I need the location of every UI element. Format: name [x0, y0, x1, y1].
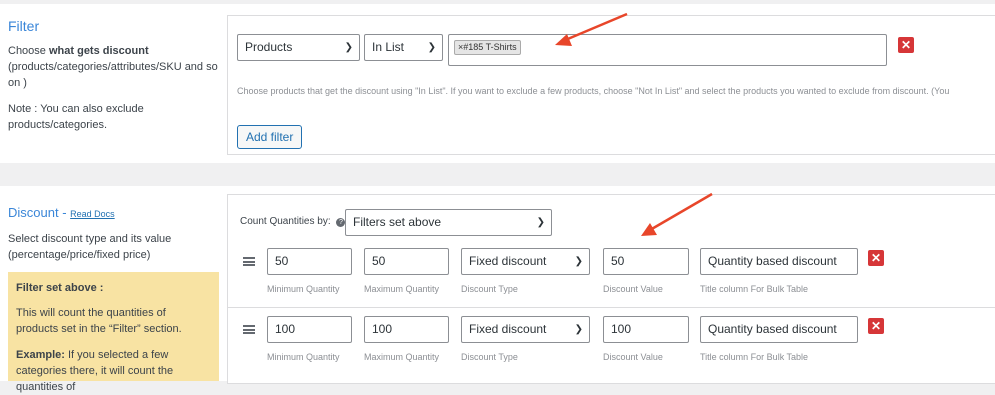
bulk-title-input[interactable]: Quantity based discount — [700, 248, 858, 275]
filter-desc-prefix: Choose — [8, 45, 49, 57]
discount-type-label: Discount Type — [461, 284, 518, 294]
note-text: This will count the quantities of produc… — [16, 307, 182, 335]
discount-type-value: Fixed discount — [469, 254, 547, 268]
count-quantities-select[interactable]: Filters set above ❯ — [345, 209, 552, 236]
read-docs-link[interactable]: Read Docs — [70, 209, 115, 219]
discount-type-select[interactable]: Fixed discount ❯ — [461, 316, 590, 343]
discount-value-label: Discount Value — [603, 352, 663, 362]
remove-range-button[interactable]: ✕ — [868, 250, 884, 266]
remove-range-button[interactable]: ✕ — [868, 318, 884, 334]
discount-panel: Count Quantities by: ? Filters set above… — [227, 194, 995, 384]
chevron-down-icon: ❯ — [574, 256, 583, 267]
filter-type-select[interactable]: Products ❯ — [237, 34, 360, 61]
note-example: Example: If you selected a few categorie… — [16, 347, 211, 395]
filter-note: Note : You can also exclude products/cat… — [8, 103, 144, 131]
max-quantity-input[interactable]: 50 — [364, 248, 449, 275]
remove-filter-button[interactable]: ✕ — [898, 37, 914, 53]
discount-description: Select discount type and its value (perc… — [8, 233, 172, 261]
discount-info: Discount - Read Docs Select discount typ… — [8, 204, 220, 263]
filter-type-value: Products — [245, 40, 293, 54]
filter-title: Filter — [8, 18, 40, 34]
bulk-title-label: Title column For Bulk Table — [700, 284, 809, 294]
filter-info: Filter Choose what gets discount (produc… — [8, 18, 220, 133]
annotation-arrow-icon — [641, 192, 713, 236]
discount-title: Discount — [8, 205, 59, 220]
note-title: Filter set above : — [16, 282, 104, 294]
discount-type-select[interactable]: Fixed discount ❯ — [461, 248, 590, 275]
bulk-title-input[interactable]: Quantity based discount — [700, 316, 858, 343]
filter-method-value: In List — [372, 40, 405, 54]
min-quantity-label: Minimum Quantity — [267, 284, 340, 294]
count-select-value: Filters set above — [353, 215, 442, 229]
discount-type-value: Fixed discount — [469, 322, 547, 336]
product-tag: ×#185 T-Shirts — [454, 40, 521, 55]
max-quantity-label: Maximum Quantity — [364, 284, 440, 294]
max-quantity-label: Maximum Quantity — [364, 352, 440, 362]
filter-products-field[interactable]: ×#185 T-Shirts — [448, 34, 887, 66]
annotation-arrow-icon — [555, 12, 628, 46]
tag-label: #185 T-Shirts — [463, 42, 517, 52]
min-quantity-input[interactable]: 50 — [267, 248, 352, 275]
filter-desc-rest: (products/categories/attributes/SKU and … — [8, 61, 218, 89]
discount-value-label: Discount Value — [603, 284, 663, 294]
min-quantity-label: Minimum Quantity — [267, 352, 340, 362]
filter-set-note: Filter set above : This will count the q… — [8, 272, 219, 393]
filter-desc-bold: what gets discount — [48, 45, 149, 57]
discount-value-input[interactable]: 100 — [603, 316, 689, 343]
drag-handle-icon[interactable] — [243, 325, 255, 334]
discount-title-sep: - — [58, 205, 71, 220]
max-quantity-input[interactable]: 100 — [364, 316, 449, 343]
chevron-down-icon: ❯ — [574, 324, 583, 335]
chevron-down-icon: ❯ — [536, 217, 545, 228]
note-example-label: Example: — [16, 349, 65, 361]
row-divider — [228, 307, 995, 308]
discount-heading: Discount - Read Docs — [8, 204, 220, 222]
min-quantity-input[interactable]: 100 — [267, 316, 352, 343]
chevron-down-icon: ❯ — [344, 42, 353, 53]
count-quantities-label: Count Quantities by: ? — [240, 216, 346, 227]
chevron-down-icon: ❯ — [427, 42, 436, 53]
discount-value-input[interactable]: 50 — [603, 248, 689, 275]
bulk-title-label: Title column For Bulk Table — [700, 352, 809, 362]
filter-section: Filter Choose what gets discount (produc… — [0, 4, 995, 163]
count-label-text: Count Quantities by: — [240, 216, 331, 227]
add-filter-button[interactable]: Add filter — [237, 125, 303, 149]
filter-help-text: Choose products that get the discount us… — [237, 86, 950, 96]
filter-description: Choose what gets discount (products/cate… — [8, 43, 220, 91]
drag-handle-icon[interactable] — [243, 257, 255, 266]
filter-method-select[interactable]: In List ❯ — [364, 34, 443, 61]
discount-type-label: Discount Type — [461, 352, 518, 362]
